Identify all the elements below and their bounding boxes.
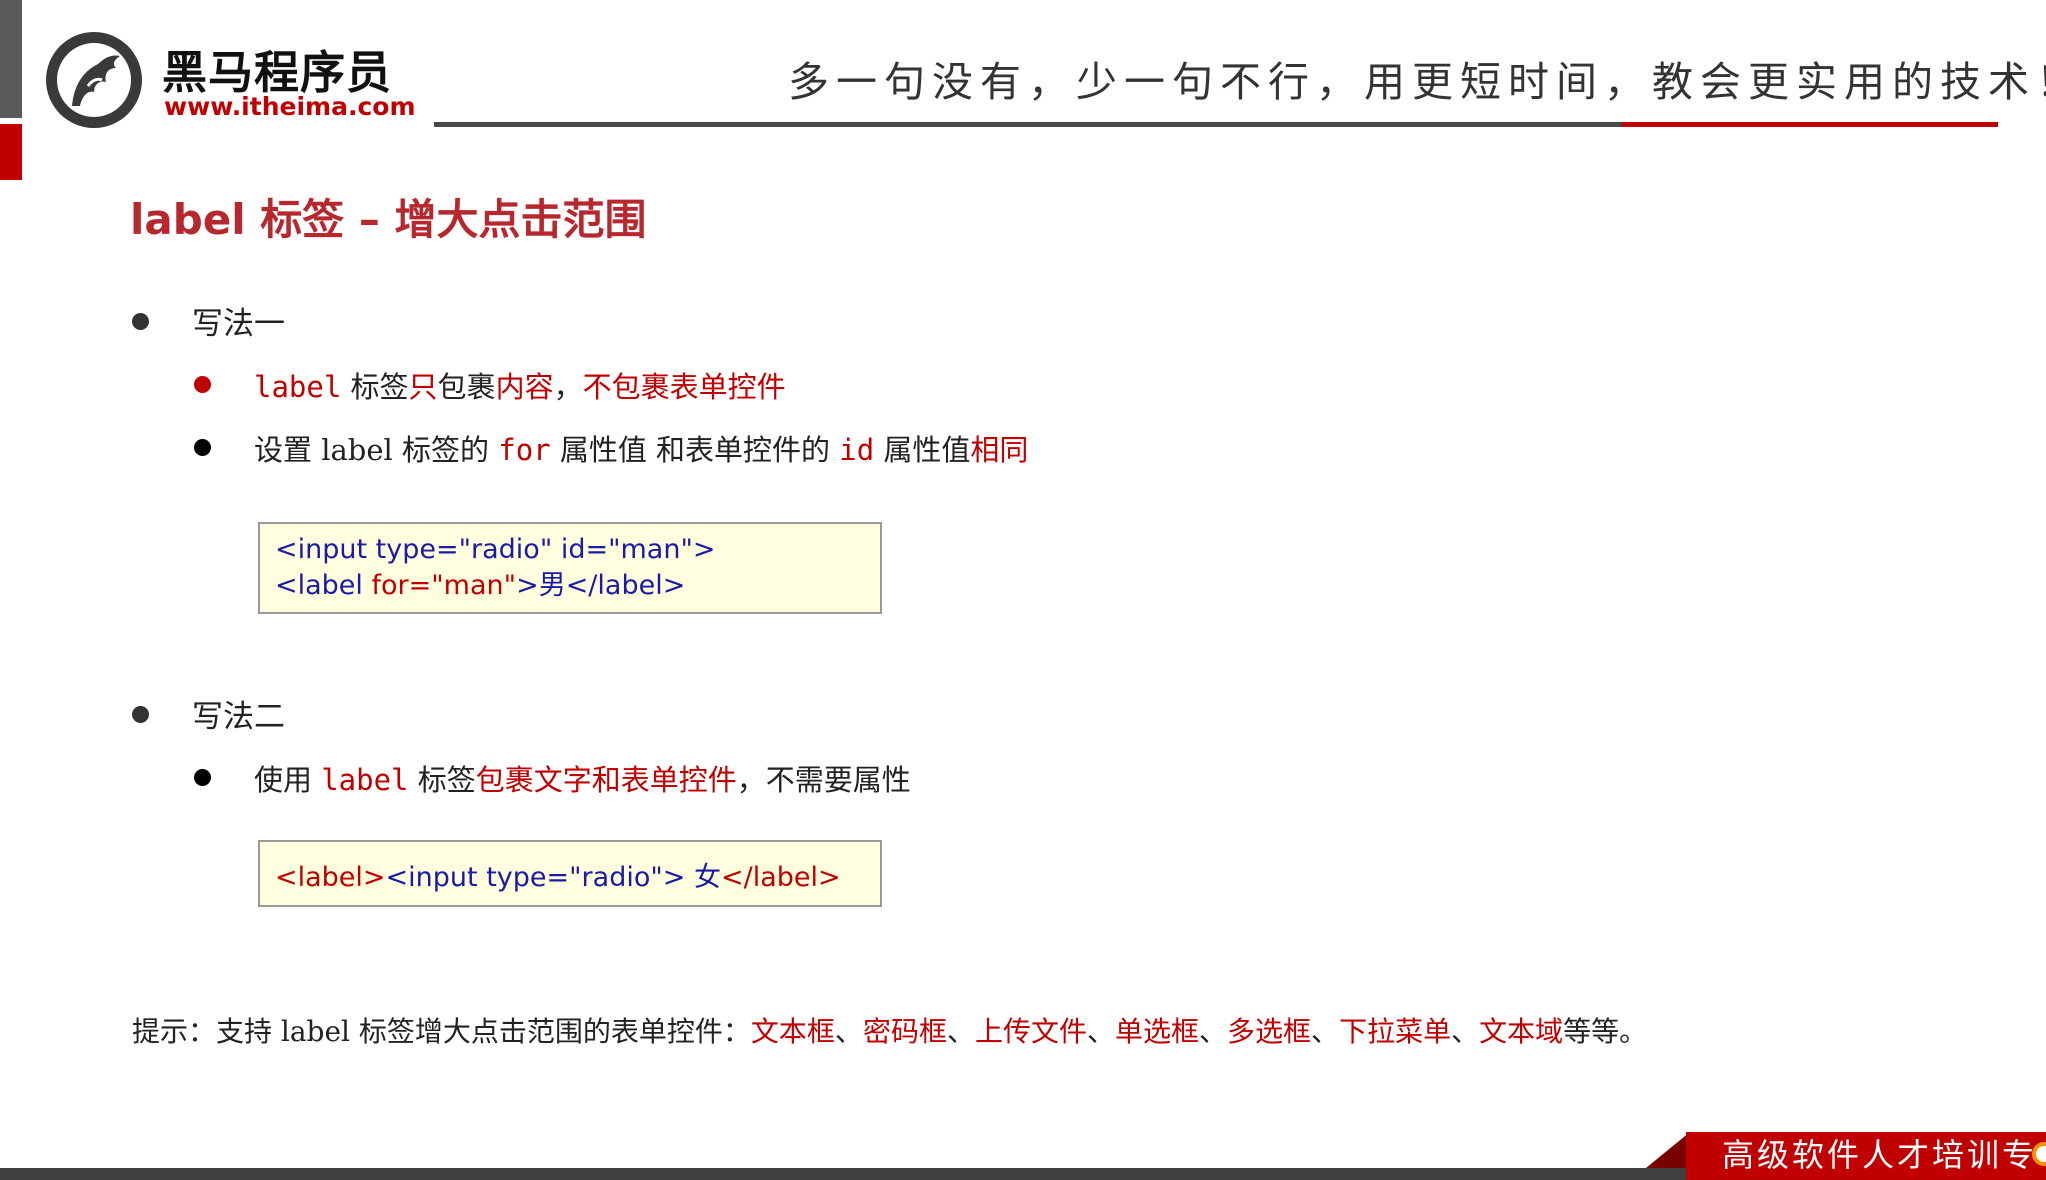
tip-text: 提示：支持 label 标签增大点击范围的表单控件：文本框、密码框、上传文件、单… bbox=[132, 1015, 1648, 1048]
code-example-1: <input type="radio" id="man"> <label for… bbox=[258, 522, 882, 614]
bullet-icon bbox=[132, 313, 149, 330]
header-slogan: 多一句没有，少一句不行，用更短时间，教会更实用的技术！ bbox=[788, 58, 2046, 106]
left-accent-bar-gray bbox=[0, 0, 22, 118]
method2-item1: 使用 label 标签包裹文字和表单控件，不需要属性 bbox=[254, 763, 911, 797]
brand-logo: 黑马程序员 www.itheima.com bbox=[42, 28, 416, 133]
method1-heading: 写法一 bbox=[192, 306, 285, 342]
header-divider-accent bbox=[1622, 122, 1998, 127]
footer-accent-shape bbox=[1646, 1132, 1690, 1168]
bullet-icon bbox=[194, 769, 211, 786]
left-accent-bar-red bbox=[0, 124, 22, 180]
code-line: <label for="man">男</label> bbox=[275, 570, 686, 601]
code-example-2: <label><input type="radio"> 女</label> bbox=[258, 840, 882, 907]
bullet-icon bbox=[194, 439, 211, 456]
method1-item1: label 标签只包裹内容，不包裹表单控件 bbox=[254, 370, 786, 404]
slide-title: label 标签 – 增大点击范围 bbox=[130, 195, 647, 244]
footer-tagline: 高级软件人才培训专 bbox=[1722, 1136, 2038, 1174]
method1-item2: 设置 label 标签的 for 属性值 和表单控件的 id 属性值相同 bbox=[254, 433, 1029, 467]
code-line: <input type="radio" id="man"> bbox=[275, 534, 716, 565]
horse-logo-icon bbox=[46, 32, 142, 128]
brand-url: www.itheima.com bbox=[164, 92, 416, 121]
code-line: <label><input type="radio"> 女</label> bbox=[275, 862, 841, 893]
method2-heading: 写法二 bbox=[192, 699, 285, 735]
bullet-icon bbox=[132, 706, 149, 723]
bullet-icon bbox=[194, 376, 211, 393]
